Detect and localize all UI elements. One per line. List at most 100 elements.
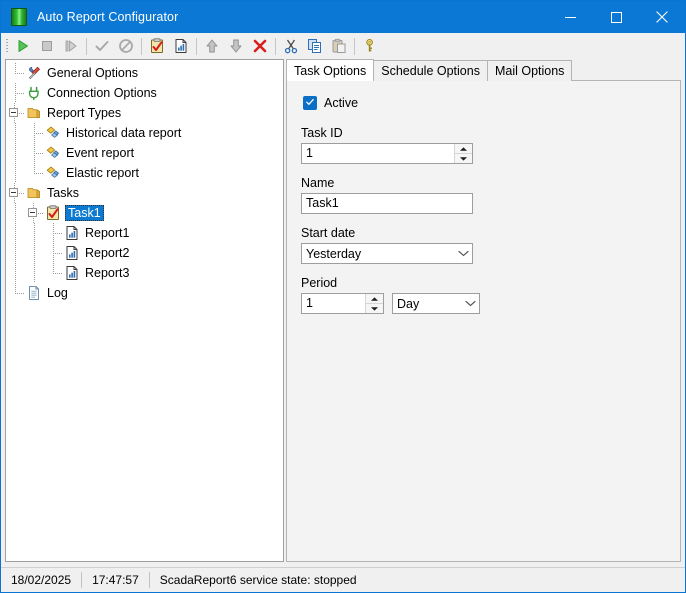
tab-mail-options[interactable]: Mail Options (486, 60, 573, 81)
tab-task-options[interactable]: Task Options (286, 59, 375, 81)
tree-expander-report-types[interactable] (6, 103, 25, 123)
start-date-label: Start date (301, 226, 356, 240)
tree-connector (19, 113, 25, 114)
clipboard-check-icon (44, 204, 62, 222)
task-id-increment-button[interactable] (455, 144, 472, 154)
tree-connector (25, 223, 44, 243)
play-icon (15, 38, 31, 54)
app-icon (11, 8, 27, 26)
tree-node-connection-options[interactable]: Connection Options (6, 83, 283, 103)
tree-node-event-report[interactable]: Event report (6, 143, 283, 163)
period-increment-button[interactable] (366, 294, 383, 304)
chevron-down-icon[interactable] (461, 300, 479, 307)
tree-connector (25, 163, 44, 183)
add-task-button[interactable] (145, 35, 169, 58)
status-bar: 18/02/2025 17:47:57 ScadaReport6 service… (1, 567, 685, 592)
toolbar-separator (141, 37, 142, 55)
cut-button[interactable] (279, 35, 303, 58)
start-button[interactable] (11, 35, 35, 58)
start-date-select[interactable]: Yesterday (301, 243, 473, 264)
cancel-button[interactable] (114, 35, 138, 58)
toolbar-separator (196, 37, 197, 55)
task-id-value[interactable]: 1 (302, 144, 454, 163)
period-row: 1 Day (301, 293, 666, 314)
tree-connector (25, 123, 44, 143)
active-checkbox-row[interactable]: Active (303, 96, 666, 110)
tree-connector (25, 263, 44, 283)
tree-expander-task1[interactable] (25, 203, 44, 223)
tree-connector (19, 193, 25, 194)
license-button[interactable] (358, 35, 382, 58)
chevron-down-icon (370, 306, 379, 312)
period-value[interactable]: 1 (302, 294, 365, 313)
report-document-icon (63, 264, 81, 282)
report-type-icon (44, 124, 62, 142)
key-icon (362, 38, 378, 54)
maximize-button[interactable] (593, 1, 639, 33)
tree-node-report3[interactable]: Report3 (6, 263, 283, 283)
tree-node-label: Task1 (65, 205, 104, 221)
period-field: Period 1 Day (301, 276, 666, 314)
delete-button[interactable] (248, 35, 272, 58)
tree-connector (6, 63, 25, 83)
period-value-input[interactable]: 1 (301, 293, 384, 314)
close-icon (656, 11, 668, 23)
title-bar[interactable]: Auto Report Configurator (1, 1, 685, 33)
task-id-input[interactable]: 1 (301, 143, 473, 164)
folder-icon (25, 184, 43, 202)
clipboard-check-icon (149, 38, 165, 54)
tree-connector (6, 203, 25, 223)
add-report-button[interactable] (169, 35, 193, 58)
collapse-icon[interactable] (9, 108, 18, 117)
tree-node-label: Event report (66, 146, 135, 160)
status-message: ScadaReport6 service state: stopped (159, 573, 357, 587)
tree-connector (25, 243, 44, 263)
tree-connector (6, 163, 25, 183)
tab-schedule-options[interactable]: Schedule Options (373, 60, 488, 81)
tree-node-tasks[interactable]: Tasks (6, 183, 283, 203)
status-date: 18/02/2025 (11, 573, 72, 587)
task-id-decrement-button[interactable] (455, 154, 472, 163)
toolbar-grip[interactable] (3, 37, 10, 55)
tree-node-general-options[interactable]: General Options (6, 63, 283, 83)
move-down-button[interactable] (224, 35, 248, 58)
paste-button[interactable] (327, 35, 351, 58)
chevron-down-icon[interactable] (454, 250, 472, 257)
name-input[interactable]: Task1 (301, 193, 473, 214)
tree-node-report1[interactable]: Report1 (6, 223, 283, 243)
tree-connector (6, 263, 25, 283)
tree-expander-tasks[interactable] (6, 183, 25, 203)
step-button[interactable] (59, 35, 83, 58)
chevron-up-icon (370, 296, 379, 302)
tree-node-log[interactable]: Log (6, 283, 283, 303)
tree-node-elastic-report[interactable]: Elastic report (6, 163, 283, 183)
task-id-stepper (454, 144, 472, 163)
period-decrement-button[interactable] (366, 304, 383, 313)
period-unit-select[interactable]: Day (392, 293, 480, 314)
report-type-icon (44, 144, 62, 162)
minimize-icon (564, 12, 576, 23)
collapse-icon[interactable] (9, 188, 18, 197)
forbidden-icon (118, 38, 134, 54)
tree-node-historical-data-report[interactable]: Historical data report (6, 123, 283, 143)
collapse-icon[interactable] (28, 208, 37, 217)
tree-node-label: Report3 (85, 266, 130, 280)
report-document-icon (63, 224, 81, 242)
close-button[interactable] (639, 1, 685, 33)
copy-button[interactable] (303, 35, 327, 58)
active-checkbox-label: Active (324, 96, 359, 110)
navigation-tree[interactable]: General Options Connection Options Repor… (5, 59, 284, 562)
minimize-button[interactable] (547, 1, 593, 33)
tree-node-report2[interactable]: Report2 (6, 243, 283, 263)
stop-button[interactable] (35, 35, 59, 58)
active-checkbox[interactable] (303, 96, 317, 110)
tree-node-task1[interactable]: Task1 (6, 203, 283, 223)
tree-connector (6, 223, 25, 243)
tree-connector (6, 283, 25, 303)
name-label: Name (301, 176, 335, 190)
move-up-button[interactable] (200, 35, 224, 58)
toolbar-separator (275, 37, 276, 55)
apply-button[interactable] (90, 35, 114, 58)
red-x-icon (252, 38, 268, 54)
tree-node-report-types[interactable]: Report Types (6, 103, 283, 123)
